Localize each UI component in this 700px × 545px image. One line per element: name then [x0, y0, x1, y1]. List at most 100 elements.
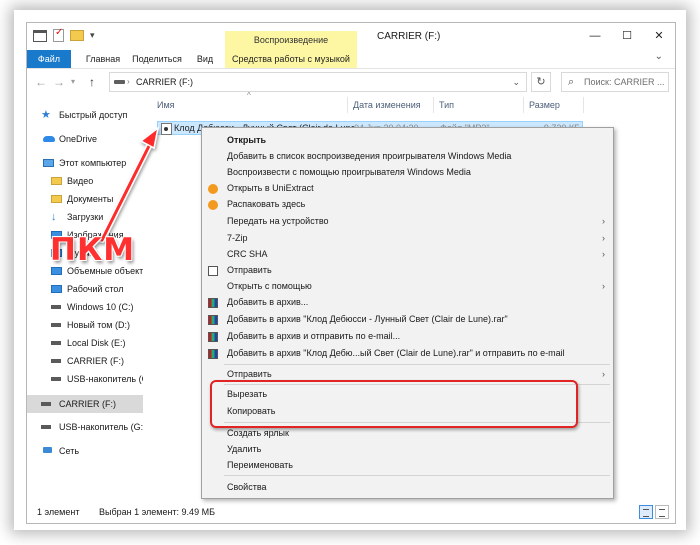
menu-item-rar-and-email[interactable]: Добавить в архив "Клод Дебю...ый Свет (C… [202, 345, 613, 362]
menu-item-7zip[interactable]: 7-Zip › [202, 230, 613, 247]
folder-icon [51, 177, 62, 185]
menu-item-label: CRC SHA [227, 249, 268, 259]
sidebar-item-label: Загрузки [67, 212, 104, 222]
menu-item-extract-here[interactable]: Распаковать здесь [202, 196, 613, 213]
breadcrumb-separator-icon[interactable]: › [127, 73, 130, 91]
column-name[interactable]: Имя [157, 97, 175, 113]
column-divider[interactable] [347, 97, 348, 113]
item-count: 1 элемент [37, 507, 80, 517]
minimize-button[interactable]: — [579, 23, 611, 50]
menu-item-delete[interactable]: Удалить [202, 441, 613, 458]
sidebar-item-documents[interactable]: Документы [27, 191, 143, 207]
maximize-button[interactable]: ☐ [611, 23, 643, 50]
menu-item-crc-sha[interactable]: CRC SHA › [202, 246, 613, 263]
refresh-button[interactable]: ↻ [531, 72, 551, 92]
customize-toolbar-icon[interactable]: ▾ [90, 30, 95, 41]
column-size[interactable]: Размер [529, 97, 560, 113]
drive-icon [51, 323, 61, 327]
tab-share[interactable]: Поделиться [127, 50, 187, 68]
close-button[interactable]: ✕ [643, 23, 675, 50]
submenu-arrow-icon: › [602, 216, 605, 226]
column-divider[interactable] [583, 97, 584, 113]
folder-icon [51, 267, 62, 275]
sidebar-item-drive-e[interactable]: Local Disk (E:) [27, 335, 143, 351]
menu-item-label: Переименовать [227, 460, 293, 470]
recent-locations-icon[interactable]: ▾ [71, 73, 75, 91]
up-arrow-icon[interactable]: ↑ [89, 73, 95, 91]
column-date[interactable]: Дата изменения [353, 97, 421, 113]
sidebar-item-desktop[interactable]: Рабочий стол [27, 281, 143, 297]
menu-separator [224, 475, 610, 476]
ribbon-expand-icon[interactable]: ⌄ [655, 51, 663, 62]
sidebar-item-drive-g[interactable]: USB-накопитель (G:) [27, 371, 143, 387]
menu-item-label: Добавить в архив... [227, 297, 309, 307]
sidebar-item-carrier-selected[interactable]: CARRIER (F:) [27, 395, 143, 413]
drive-icon [51, 377, 61, 381]
menu-item-properties[interactable]: Свойства [202, 479, 613, 496]
column-type[interactable]: Тип [439, 97, 454, 113]
sidebar-item-drive-c[interactable]: Windows 10 (C:) [27, 299, 143, 315]
navigation-pane: ★ Быстрый доступ OneDrive Этот компьютер… [27, 97, 143, 497]
menu-item-add-to-archive[interactable]: Добавить в архив... [202, 294, 613, 311]
properties-icon[interactable] [33, 29, 47, 42]
drive-icon [41, 402, 51, 406]
sidebar-item-label: Быстрый доступ [59, 110, 128, 120]
cloud-icon [43, 136, 55, 142]
winrar-icon [208, 298, 218, 308]
details-view-button[interactable] [639, 505, 653, 519]
quick-access-toolbar: ▾ [33, 27, 95, 42]
menu-item-label: Открыть в UniExtract [227, 183, 314, 193]
tab-file[interactable]: Файл [27, 50, 71, 68]
menu-item-play-with-wmp[interactable]: Воспроизвести с помощью проигрывателя Wi… [202, 164, 613, 181]
sidebar-item-network[interactable]: Сеть [27, 443, 143, 459]
forward-arrow-icon[interactable]: → [53, 73, 65, 91]
back-arrow-icon[interactable]: ← [35, 73, 47, 91]
sidebar-item-onedrive[interactable]: OneDrive [27, 131, 143, 147]
new-folder-icon[interactable] [70, 30, 84, 41]
sidebar-item-usb[interactable]: USB-накопитель (G:) [27, 419, 143, 435]
sidebar-item-this-pc[interactable]: Этот компьютер [27, 155, 143, 171]
menu-item-share[interactable]: Отправить [202, 262, 613, 279]
tab-home[interactable]: Главная [79, 50, 127, 68]
menu-item-label: Открыть с помощью [227, 281, 312, 291]
sidebar-item-drive-f[interactable]: CARRIER (F:) [27, 353, 143, 369]
menu-item-open[interactable]: Открыть [202, 132, 613, 149]
column-divider[interactable] [523, 97, 524, 113]
menu-item-label: Добавить в список воспроизведения проигр… [227, 151, 512, 161]
sidebar-item-drive-d[interactable]: Новый том (D:) [27, 317, 143, 333]
tab-view[interactable]: Вид [189, 50, 221, 68]
menu-separator [224, 364, 610, 365]
menu-item-cast-to-device[interactable]: Передать на устройство › [202, 213, 613, 230]
large-icons-view-button[interactable] [655, 505, 669, 519]
menu-item-open-with[interactable]: Открыть с помощью › [202, 278, 613, 295]
menu-item-archive-and-email[interactable]: Добавить в архив и отправить по e-mail..… [202, 328, 613, 345]
menu-item-add-to-rar[interactable]: Добавить в архив "Клод Дебюсси - Лунный … [202, 311, 613, 328]
sidebar-item-video[interactable]: Видео [27, 173, 143, 189]
menu-item-add-to-playlist[interactable]: Добавить в список воспроизведения проигр… [202, 148, 613, 165]
sidebar-item-quick-access[interactable]: ★ Быстрый доступ [27, 107, 143, 123]
menu-item-rename[interactable]: Переименовать [202, 457, 613, 474]
uniextract-icon [208, 200, 218, 210]
sidebar-item-label: OneDrive [59, 134, 98, 144]
audio-file-icon [161, 123, 172, 135]
address-path[interactable]: CARRIER (F:) [136, 77, 193, 87]
search-input[interactable]: ⌕ Поиск: CARRIER ... [561, 72, 669, 92]
sidebar-item-label: Документы [67, 194, 114, 204]
submenu-arrow-icon: › [602, 249, 605, 259]
status-bar: 1 элемент Выбран 1 элемент: 9.49 МБ [27, 501, 675, 523]
address-bar[interactable]: › CARRIER (F:) ⌄ [109, 72, 527, 92]
tab-music-tools[interactable]: Средства работы с музыкой [225, 50, 357, 68]
sidebar-item-label: Рабочий стол [67, 284, 124, 294]
winrar-icon [208, 315, 218, 325]
column-divider[interactable] [433, 97, 434, 113]
checkmark-file-icon[interactable] [53, 27, 64, 42]
folder-icon [51, 195, 62, 203]
address-dropdown-icon[interactable]: ⌄ [512, 73, 520, 91]
sidebar-item-label: CARRIER (F:) [59, 399, 116, 409]
menu-item-open-uniextract[interactable]: Открыть в UniExtract [202, 180, 613, 197]
sidebar-item-downloads[interactable]: ↓ Загрузки [27, 209, 143, 225]
sort-ascending-icon: ^ [247, 91, 251, 100]
window-controls: — ☐ ✕ [579, 23, 675, 50]
submenu-arrow-icon: › [602, 233, 605, 243]
menu-item-label: Распаковать здесь [227, 199, 306, 209]
